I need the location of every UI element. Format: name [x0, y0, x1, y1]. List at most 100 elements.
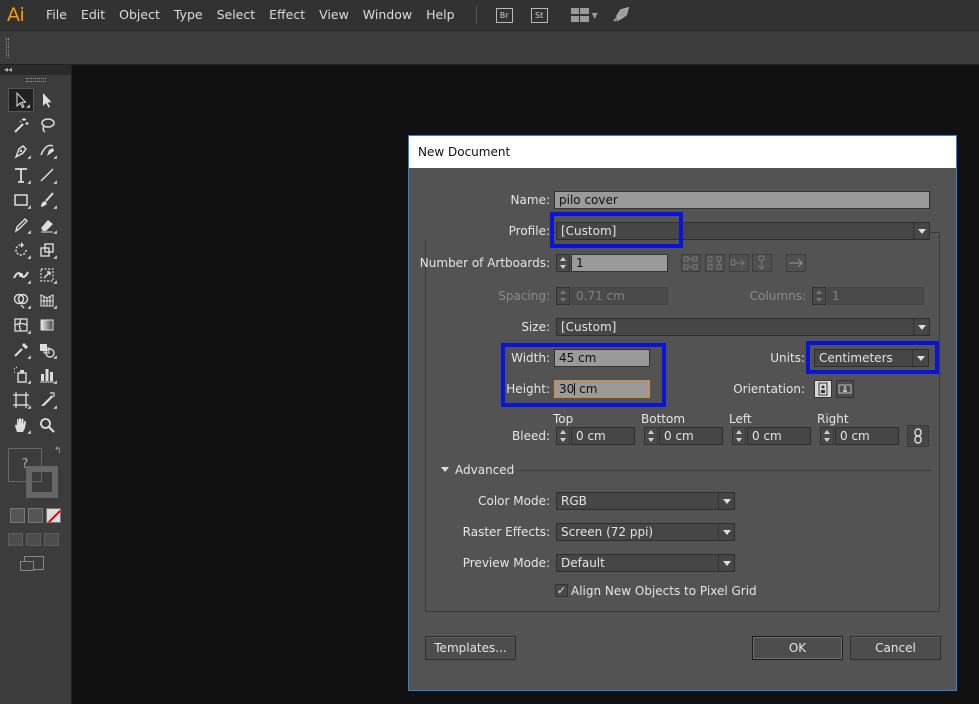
none-button[interactable] — [46, 508, 61, 523]
screen-mode-icon[interactable] — [20, 556, 44, 571]
type-tool-icon[interactable] — [8, 163, 34, 187]
bleed-left-input[interactable]: 0 cm — [747, 427, 811, 445]
bleed-right-stepper[interactable] — [820, 427, 834, 445]
pixel-grid-label[interactable]: Align New Objects to Pixel Grid — [571, 584, 757, 598]
arrange-documents-icon[interactable] — [570, 8, 589, 22]
landscape-icon[interactable] — [836, 380, 854, 398]
bleed-bottom-stepper[interactable] — [644, 427, 658, 445]
blend-tool-icon[interactable] — [34, 338, 60, 362]
free-transform-tool-icon[interactable] — [34, 263, 60, 287]
menu-effect[interactable]: Effect — [262, 0, 312, 30]
change-to-right-to-left-icon[interactable] — [786, 254, 806, 272]
drawing-modes — [0, 533, 71, 546]
new-document-dialog: New Document Name: pilo cover Profile: [… — [408, 135, 957, 691]
arrange-by-column-icon[interactable] — [752, 254, 772, 272]
menu-object[interactable]: Object — [112, 0, 167, 30]
color-mode-dropdown[interactable]: RGB — [556, 492, 735, 510]
rotate-tool-icon[interactable] — [8, 238, 34, 262]
scale-tool-icon[interactable] — [34, 238, 60, 262]
artboards-input[interactable]: 1 — [571, 254, 668, 272]
chevron-down-icon[interactable] — [718, 524, 734, 540]
preview-mode-dropdown[interactable]: Default — [556, 554, 735, 572]
gradient-button[interactable] — [28, 508, 43, 523]
bleed-bottom-input[interactable]: 0 cm — [659, 427, 723, 445]
bridge-button[interactable]: Br — [495, 7, 513, 23]
templates-button[interactable]: Templates... — [425, 636, 516, 660]
curvature-tool-icon[interactable] — [34, 138, 60, 162]
bleed-left-stepper[interactable] — [732, 427, 746, 445]
selection-tool-icon[interactable] — [8, 88, 34, 112]
cancel-button[interactable]: Cancel — [850, 636, 941, 660]
swap-fill-stroke-icon[interactable]: ↰ — [54, 446, 62, 456]
chevron-down-icon[interactable] — [718, 493, 734, 509]
control-bar-grip[interactable] — [6, 38, 9, 58]
pen-tool-icon[interactable] — [8, 138, 34, 162]
pixel-grid-checkbox[interactable]: ✓ — [555, 584, 568, 597]
menu-edit[interactable]: Edit — [74, 0, 112, 30]
gradient-tool-icon[interactable] — [34, 313, 60, 337]
bleed-right-input[interactable]: 0 cm — [835, 427, 899, 445]
chevron-down-icon[interactable] — [913, 319, 929, 335]
bleed-top-input[interactable]: 0 cm — [571, 427, 635, 445]
magic-wand-tool-icon[interactable] — [8, 113, 34, 137]
width-tool-icon[interactable] — [8, 263, 34, 287]
stroke-swatch[interactable] — [26, 466, 58, 498]
portrait-icon[interactable] — [814, 380, 832, 398]
bleed-right-label: Right — [817, 412, 849, 426]
name-label: Name: — [510, 193, 550, 207]
stock-button[interactable]: St — [530, 7, 548, 23]
spacing-input: 0.71 cm — [571, 287, 668, 305]
advanced-label[interactable]: Advanced — [455, 463, 514, 477]
artboard-tool-icon[interactable] — [8, 388, 34, 412]
panel-grip[interactable] — [25, 78, 46, 82]
advanced-toggle-icon[interactable] — [441, 467, 449, 472]
pencil-tool-icon[interactable] — [8, 213, 34, 237]
color-button[interactable] — [10, 508, 25, 523]
menu-file[interactable]: File — [34, 0, 74, 30]
eyedropper-tool-icon[interactable] — [8, 338, 34, 362]
draw-normal-icon[interactable] — [8, 533, 23, 546]
columns-label: Columns: — [749, 289, 806, 303]
ok-button[interactable]: OK — [752, 636, 843, 660]
column-graph-tool-icon[interactable] — [34, 363, 60, 387]
grid-by-column-icon[interactable] — [705, 254, 725, 272]
raster-effects-dropdown[interactable]: Screen (72 ppi) — [556, 523, 735, 541]
menu-bar: Ai File Edit Object Type Select Effect V… — [0, 0, 979, 30]
menu-select[interactable]: Select — [210, 0, 263, 30]
direct-selection-tool-icon[interactable] — [34, 88, 60, 112]
raster-effects-label: Raster Effects: — [462, 525, 550, 539]
menu-view[interactable]: View — [312, 0, 356, 30]
arrange-by-row-icon[interactable] — [729, 254, 749, 272]
lasso-tool-icon[interactable] — [34, 113, 60, 137]
paintbrush-tool-icon[interactable] — [34, 188, 60, 212]
size-dropdown[interactable]: [Custom] — [556, 318, 930, 336]
chevron-down-icon[interactable] — [718, 555, 734, 571]
draw-behind-icon[interactable] — [26, 533, 41, 546]
profile-label: Profile: — [409, 222, 550, 240]
grid-by-row-icon[interactable] — [681, 254, 701, 272]
menu-window[interactable]: Window — [356, 0, 419, 30]
perspective-grid-tool-icon[interactable] — [34, 288, 60, 312]
slice-tool-icon[interactable] — [34, 388, 60, 412]
bleed-bottom-label: Bottom — [641, 412, 686, 426]
artboards-stepper[interactable] — [556, 254, 570, 272]
line-segment-tool-icon[interactable] — [34, 163, 60, 187]
bleed-top-stepper[interactable] — [556, 427, 570, 445]
collapse-panel-button[interactable]: ◂◂ — [0, 65, 71, 75]
draw-inside-icon[interactable] — [44, 533, 59, 546]
chevron-down-icon[interactable]: ▼ — [592, 11, 598, 20]
shape-builder-tool-icon[interactable] — [8, 288, 34, 312]
rectangle-tool-icon[interactable] — [8, 188, 34, 212]
menu-help[interactable]: Help — [419, 0, 462, 30]
menu-type[interactable]: Type — [167, 0, 210, 30]
size-label: Size: — [521, 320, 550, 334]
hand-tool-icon[interactable] — [8, 413, 34, 437]
link-bleed-icon[interactable] — [907, 425, 929, 447]
gpu-performance-icon[interactable] — [612, 7, 630, 23]
mesh-tool-icon[interactable] — [8, 313, 34, 337]
chevron-down-icon[interactable] — [913, 223, 929, 239]
zoom-tool-icon[interactable] — [34, 413, 60, 437]
eraser-tool-icon[interactable] — [34, 213, 60, 237]
name-input[interactable]: pilo cover — [554, 191, 930, 209]
symbol-sprayer-tool-icon[interactable] — [8, 363, 34, 387]
